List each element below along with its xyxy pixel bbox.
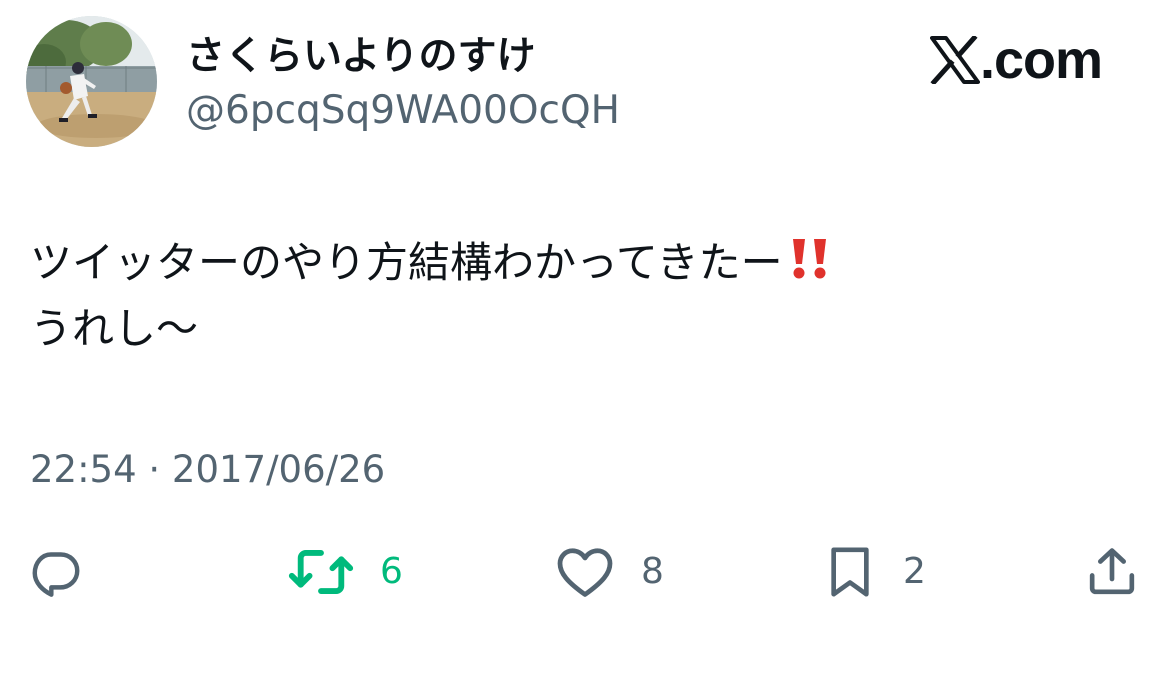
double-exclamation-icon <box>792 239 826 279</box>
tweet-line-1-text: ツイッターのやり方結構わかってきたー <box>30 238 783 287</box>
tweet-text: ツイッターのやり方結構わかってきたー うれし〜 <box>30 230 833 362</box>
reply-button[interactable] <box>28 544 84 600</box>
display-name[interactable]: さくらいよりのすけ <box>186 33 535 81</box>
bookmark-count: 2 <box>903 551 926 592</box>
avatar-photo <box>26 16 157 147</box>
reply-icon <box>32 552 80 597</box>
tweet-line-2: うれし〜 <box>30 304 199 353</box>
bookmark-icon <box>831 547 869 597</box>
bookmark-button[interactable]: 2 <box>823 544 926 600</box>
brand-domain-text: .com <box>979 30 1103 90</box>
like-count: 8 <box>641 551 664 592</box>
tweet-timestamp[interactable]: 22:54 · 2017/06/26 <box>30 446 385 494</box>
retweet-count: 6 <box>380 551 403 592</box>
heart-icon <box>557 548 613 597</box>
avatar[interactable] <box>26 16 157 147</box>
retweet-icon <box>288 550 354 594</box>
like-button[interactable]: 8 <box>555 544 664 600</box>
share-button[interactable] <box>1084 544 1140 600</box>
retweet-button[interactable]: 6 <box>288 544 403 600</box>
user-handle[interactable]: @6pcqSq9WA00OcQH <box>186 87 620 135</box>
tweet-line-1: ツイッターのやり方結構わかってきたー <box>30 230 833 296</box>
share-icon <box>1089 548 1135 595</box>
x-logo-icon <box>929 36 980 84</box>
x-com-logo: .com <box>929 30 1103 90</box>
